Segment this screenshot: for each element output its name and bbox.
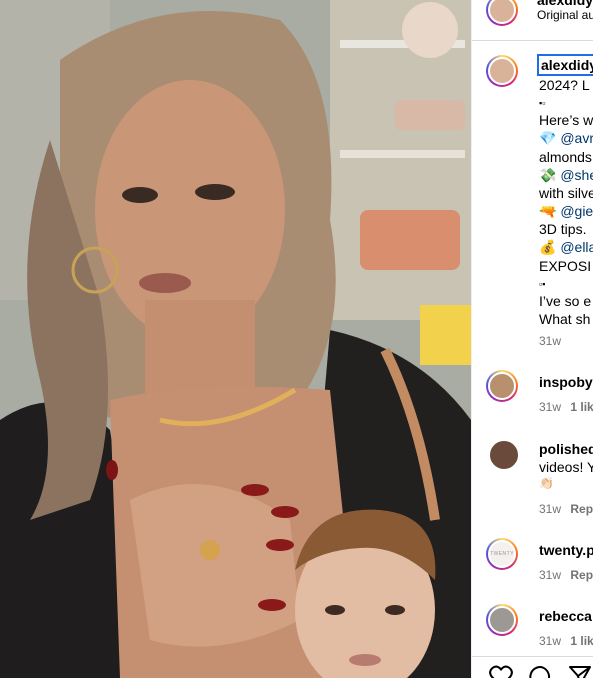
action-bar [472, 656, 593, 678]
caption-line: EXPOSI [539, 258, 592, 274]
comment-avatar[interactable] [488, 439, 520, 471]
caption-line: with silve [539, 185, 593, 201]
caption-line: ▪▫ [539, 98, 546, 108]
caption-line: ▫▪ [539, 279, 546, 289]
money-bag-icon: 💰 [539, 239, 557, 255]
diamond-icon: 💎 [539, 130, 557, 146]
caption-line: What sh [539, 311, 591, 327]
caption-mention[interactable]: @gie [560, 203, 593, 219]
caption-mention[interactable]: @avr [560, 130, 593, 146]
caption-line: I’ve so e [539, 293, 592, 309]
comments-panel: alexdidy Original au alexdidy 2024? L ▪▫… [471, 0, 593, 678]
caption-line: 2024? L [539, 77, 590, 93]
comment-time[interactable]: 31w [539, 400, 561, 414]
post-header: alexdidy Original au [472, 0, 593, 41]
comment-avatar[interactable]: TWENTY [486, 538, 518, 570]
water-pistol-icon: 🔫 [539, 203, 557, 219]
caption-mention-row: 🔫 @gie [539, 202, 593, 220]
video-frame-illustration [0, 0, 471, 678]
comment-likes[interactable]: 1 lik [570, 634, 593, 648]
comment-username[interactable]: inspobyr [539, 373, 593, 391]
caption-mention[interactable]: @ella [560, 239, 593, 255]
caption-mention-row: 💎 @avr [539, 129, 593, 147]
caption-mention[interactable]: @she [560, 167, 593, 183]
header-avatar[interactable] [486, 0, 518, 26]
comment-time[interactable]: 31w [539, 502, 561, 516]
caption-line: 3D tips. [539, 221, 587, 237]
heart-icon[interactable] [489, 665, 513, 678]
comment-meta: 31w Rep [539, 568, 593, 582]
comment-username[interactable]: rebecca [539, 607, 592, 625]
comment-icon[interactable] [529, 665, 553, 678]
caption-mention-row: 💸 @she [539, 166, 593, 184]
reply-button[interactable]: Rep [570, 502, 593, 516]
caption-time[interactable]: 31w [539, 334, 561, 348]
caption-line: almonds [539, 149, 592, 165]
comment-avatar[interactable] [486, 604, 518, 636]
comment-meta: 31w 1 lik [539, 634, 593, 648]
comment-username[interactable]: polished [539, 440, 593, 458]
caption-avatar[interactable] [486, 55, 518, 87]
money-wings-icon: 💸 [539, 167, 557, 183]
comment-likes[interactable]: 1 lik [570, 400, 593, 414]
caption-username[interactable]: alexdidy [536, 54, 593, 76]
comment-avatar[interactable] [486, 370, 518, 402]
caption-line: Here’s w [539, 112, 593, 128]
comment-text: videos! Y [539, 459, 593, 475]
comment-meta: 31w 1 lik [539, 400, 593, 414]
comment-time[interactable]: 31w [539, 634, 561, 648]
avatar-label: TWENTY [489, 551, 515, 557]
reply-button[interactable]: Rep [570, 568, 593, 582]
comment-username[interactable]: twenty.p [539, 541, 593, 559]
clapping-hands-icon: 👏🏻 [539, 476, 554, 490]
caption-mention-row: 💰 @ella [539, 238, 593, 256]
post-video[interactable] [0, 0, 471, 678]
share-icon[interactable] [568, 665, 592, 678]
comment-meta: 31w Rep [539, 502, 593, 516]
header-subtitle[interactable]: Original au [537, 8, 593, 22]
comment-time[interactable]: 31w [539, 568, 561, 582]
